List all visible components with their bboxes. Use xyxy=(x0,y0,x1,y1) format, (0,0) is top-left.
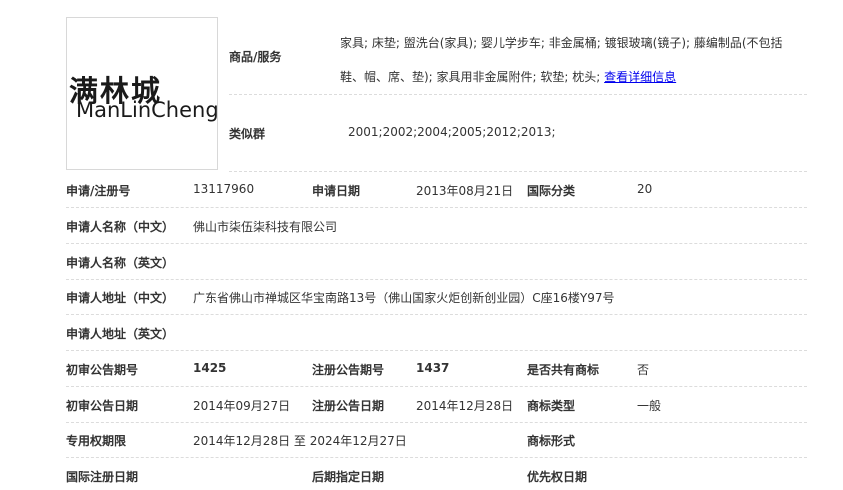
intl-class-value: 20 xyxy=(637,182,653,196)
similar-group-value: 2001;2002;2004;2005;2012;2013; xyxy=(348,125,556,139)
similar-group-label: 类似群 xyxy=(229,127,266,141)
logo-english-text: ManLinCheng xyxy=(76,98,219,122)
divider xyxy=(66,279,807,280)
divider xyxy=(66,422,807,423)
exclusive-value: 2014年12月28日 至 2024年12月27日 xyxy=(193,434,407,448)
divider xyxy=(229,171,807,172)
prelim-no-label: 初审公告期号 xyxy=(66,363,139,377)
goods-text-line2: 鞋、帽、席、垫); 家具用非金属附件; 软垫; 枕头; 查看详细信息 xyxy=(340,60,810,94)
reg-no-value: 13117960 xyxy=(193,182,255,196)
tm-type-value: 一般 xyxy=(637,399,662,413)
prelim-date-value: 2014年09月27日 xyxy=(193,399,291,413)
apply-date-value: 2013年08月21日 xyxy=(416,184,514,198)
goods-text-line1: 家具; 床垫; 盥洗台(家具); 婴儿学步车; 非金属桶; 镀银玻璃(镜子); … xyxy=(340,36,783,50)
reg-pub-no-label: 注册公告期号 xyxy=(312,363,385,377)
divider xyxy=(66,243,807,244)
divider xyxy=(229,94,807,95)
trademark-logo-image: 满林城 ManLinCheng xyxy=(66,17,219,170)
shared-value: 否 xyxy=(637,363,650,377)
exclusive-label: 专用权期限 xyxy=(66,434,127,448)
reg-pub-date-value: 2014年12月28日 xyxy=(416,399,514,413)
goods-label: 商品/服务 xyxy=(229,50,282,64)
address-cn-value: 广东省佛山市禅城区华宝南路13号（佛山国家火炬创新创业园）C座16楼Y97号 xyxy=(193,291,615,305)
divider xyxy=(66,314,807,315)
divider xyxy=(66,207,807,208)
intl-class-label: 国际分类 xyxy=(527,184,576,198)
reg-no-label: 申请/注册号 xyxy=(66,184,131,198)
priority-date-label: 优先权日期 xyxy=(527,470,588,484)
apply-date-label: 申请日期 xyxy=(312,184,361,198)
view-details-link[interactable]: 查看详细信息 xyxy=(604,70,676,84)
tm-form-label: 商标形式 xyxy=(527,434,576,448)
address-cn-label: 申请人地址（中文） xyxy=(66,291,175,305)
address-en-label: 申请人地址（英文） xyxy=(66,327,175,341)
intl-reg-date-label: 国际注册日期 xyxy=(66,470,139,484)
shared-label: 是否共有商标 xyxy=(527,363,600,377)
applicant-cn-label: 申请人名称（中文） xyxy=(66,220,175,234)
prelim-date-label: 初审公告日期 xyxy=(66,399,139,413)
tm-type-label: 商标类型 xyxy=(527,399,576,413)
goods-text: 家具; 床垫; 盥洗台(家具); 婴儿学步车; 非金属桶; 镀银玻璃(镜子); … xyxy=(340,26,810,94)
later-date-label: 后期指定日期 xyxy=(312,470,385,484)
reg-pub-no-value: 1437 xyxy=(416,361,450,375)
prelim-no-value: 1425 xyxy=(193,361,227,375)
applicant-cn-value: 佛山市柒伍柒科技有限公司 xyxy=(193,220,338,234)
divider xyxy=(66,386,807,387)
applicant-en-label: 申请人名称（英文） xyxy=(66,256,175,270)
goods-text-line2-content: 鞋、帽、席、垫); 家具用非金属附件; 软垫; 枕头; xyxy=(340,70,605,84)
divider xyxy=(66,350,807,351)
reg-pub-date-label: 注册公告日期 xyxy=(312,399,385,413)
divider xyxy=(66,457,807,458)
